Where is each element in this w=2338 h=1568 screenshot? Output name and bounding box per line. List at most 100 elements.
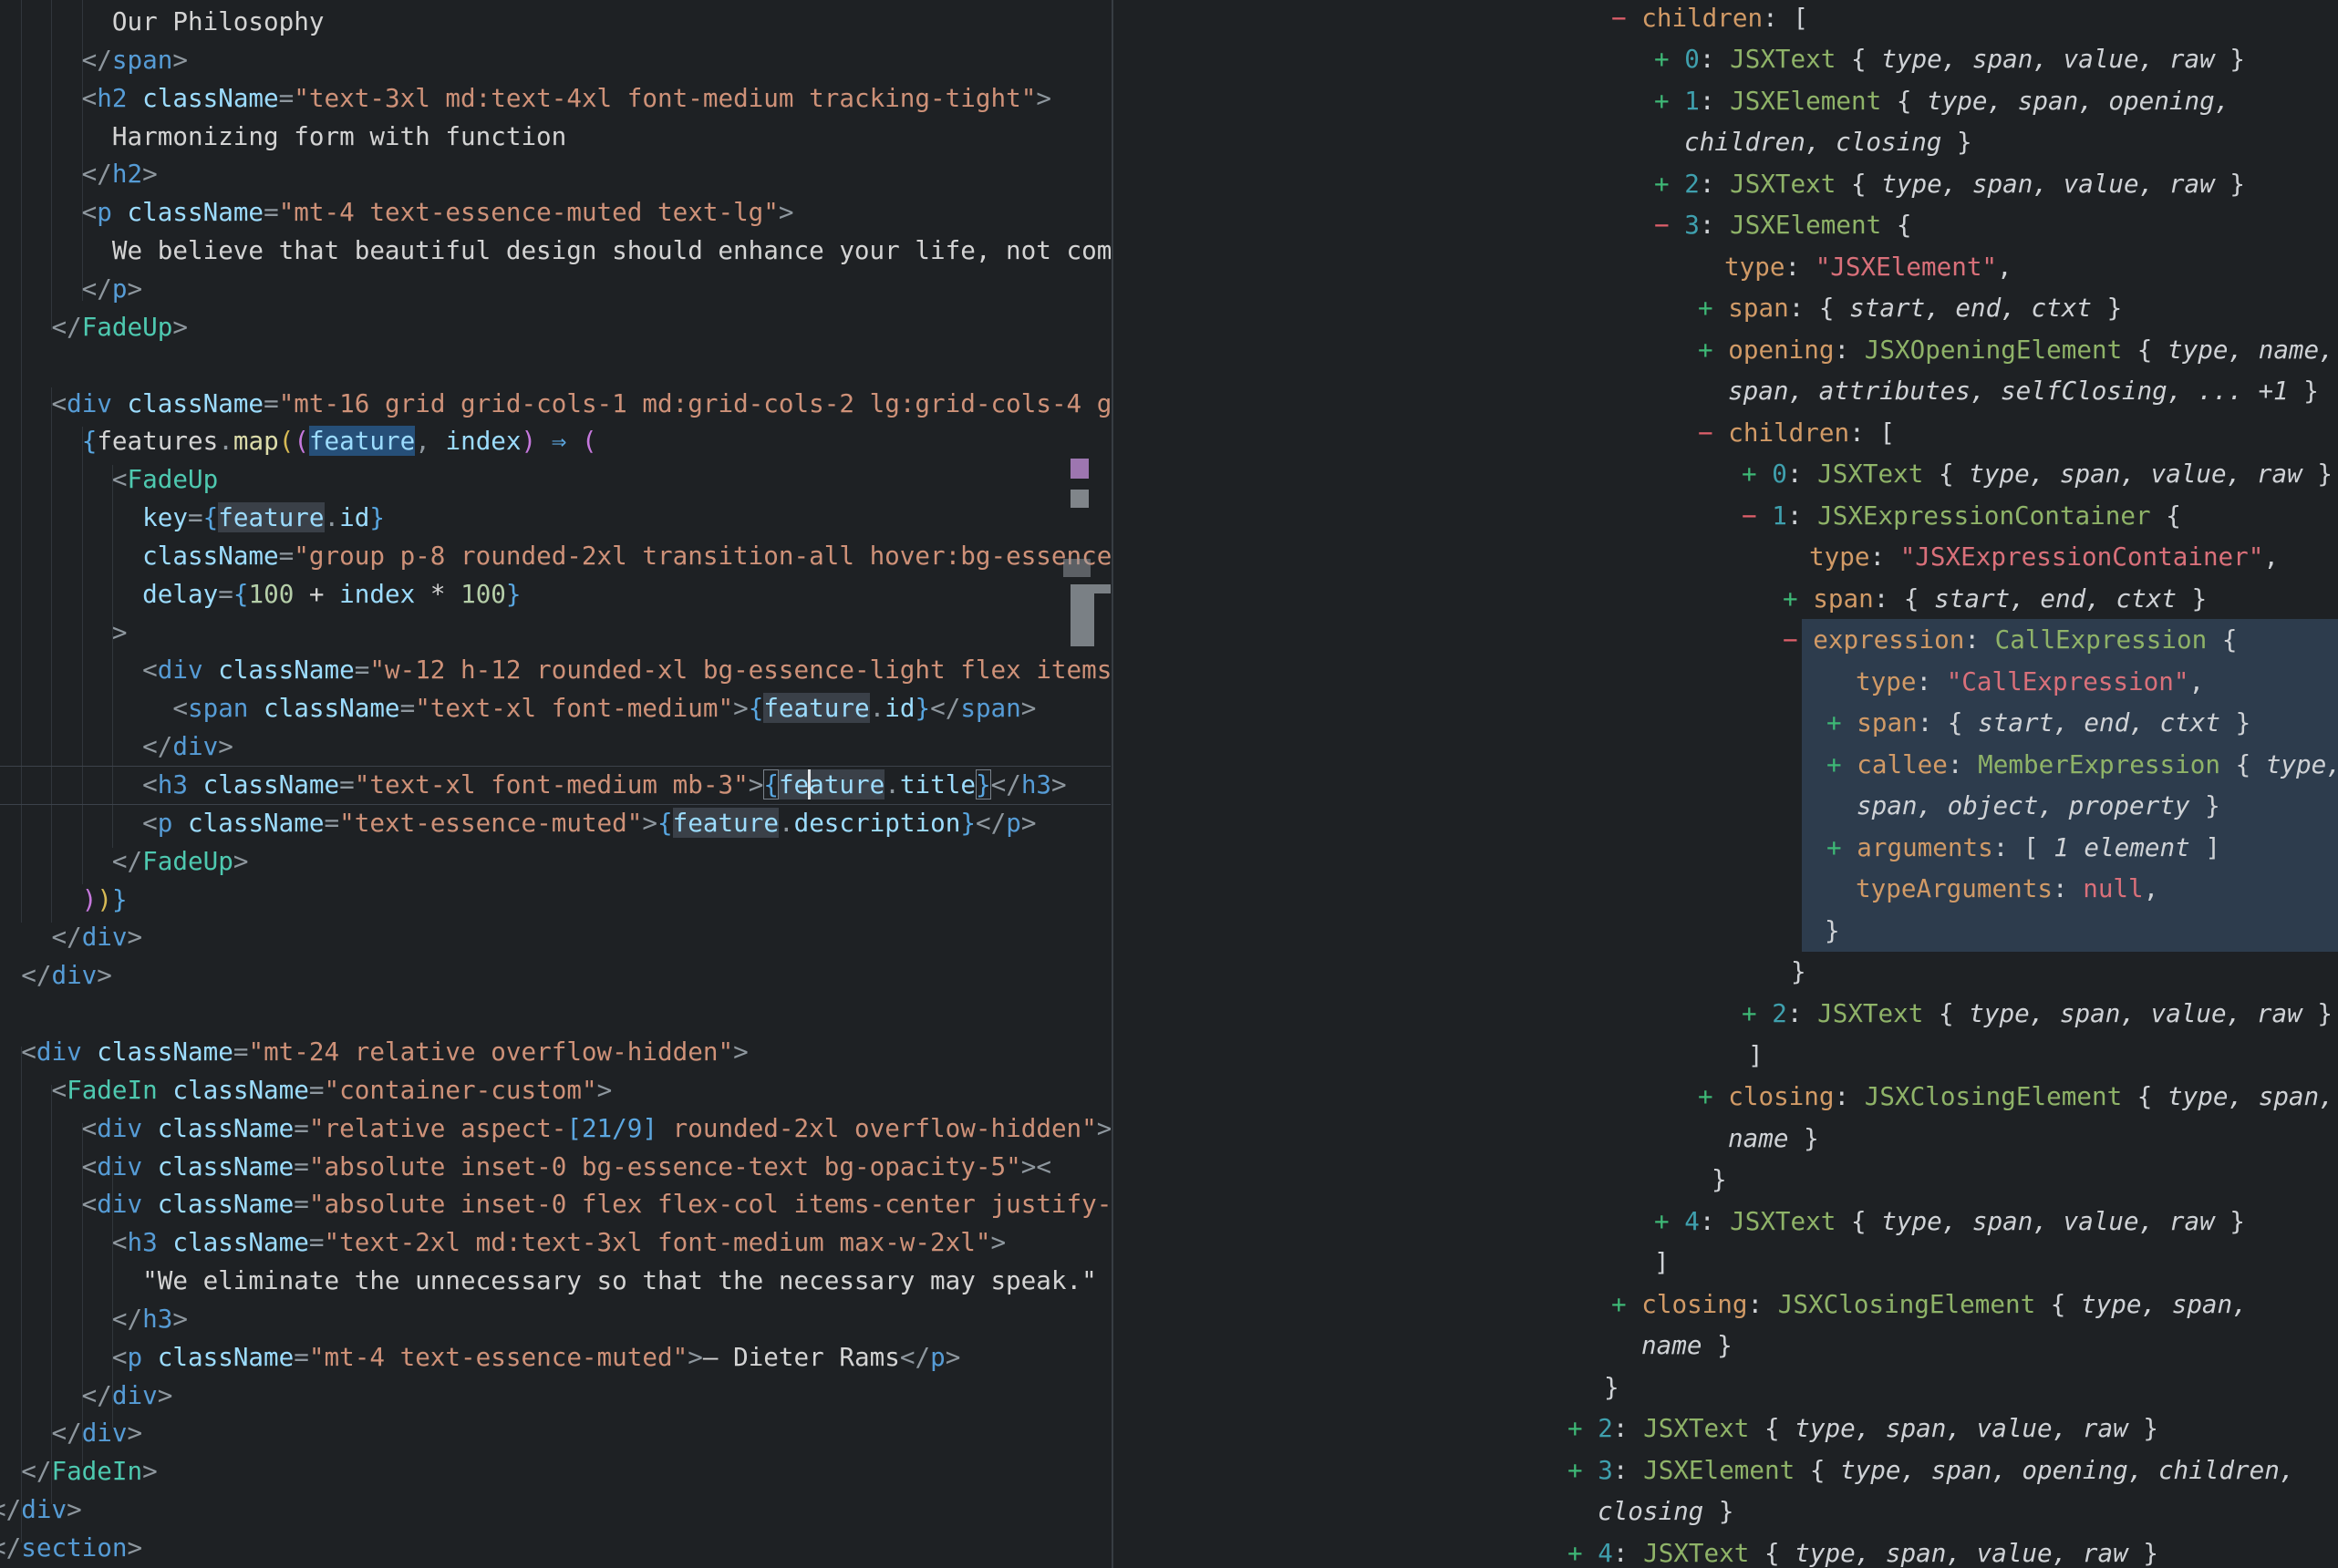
- expand-icon[interactable]: +: [1654, 86, 1684, 116]
- code-line[interactable]: </div>: [0, 956, 1111, 995]
- expand-icon[interactable]: +: [1826, 749, 1857, 779]
- ast-node-row[interactable]: typeArguments: null,: [1113, 868, 2338, 910]
- code-line[interactable]: <div className="relative aspect-[21/9] r…: [0, 1109, 1111, 1148]
- code-line[interactable]: <div className="w-12 h-12 rounded-xl bg-…: [0, 651, 1111, 689]
- code-line[interactable]: </span>: [0, 41, 1111, 79]
- code-line[interactable]: Our Philosophy: [0, 3, 1111, 41]
- code-line[interactable]: </FadeIn>: [0, 1452, 1111, 1491]
- ast-node-row[interactable]: + callee: MemberExpression { type,: [1113, 744, 2338, 786]
- ast-node-row[interactable]: + 0: JSXText { type, span, value, raw }: [1113, 453, 2338, 495]
- code-line[interactable]: [0, 995, 1111, 1033]
- ast-node-row[interactable]: + span: { start, end, ctxt }: [1113, 578, 2338, 620]
- code-line[interactable]: Harmonizing form with function: [0, 118, 1111, 156]
- collapse-icon[interactable]: −: [1654, 210, 1684, 240]
- code-line[interactable]: key={feature.id}: [0, 499, 1111, 537]
- ast-node-row[interactable]: − expression: CallExpression {: [1113, 619, 2338, 661]
- ast-node-row[interactable]: + opening: JSXOpeningElement { type, nam…: [1113, 329, 2338, 371]
- expand-icon[interactable]: +: [1654, 1206, 1684, 1236]
- code-line[interactable]: We believe that beautiful design should …: [0, 232, 1111, 270]
- ast-node-row[interactable]: name }: [1113, 1325, 2338, 1367]
- ast-node-row[interactable]: + closing: JSXClosingElement { type, spa…: [1113, 1284, 2338, 1326]
- code-line[interactable]: <h3 className="text-2xl md:text-3xl font…: [0, 1223, 1111, 1262]
- code-line[interactable]: ))}: [0, 881, 1111, 919]
- code-line[interactable]: <FadeIn className="container-custom">: [0, 1071, 1111, 1109]
- collapse-icon[interactable]: −: [1742, 500, 1772, 531]
- code-line[interactable]: {features.map((feature, index) ⇒ (: [0, 422, 1111, 460]
- ast-node-row[interactable]: − 3: JSXElement {: [1113, 204, 2338, 246]
- code-line[interactable]: delay={100 + index * 100}: [0, 575, 1111, 614]
- ast-node-row[interactable]: + 1: JSXElement { type, span, opening,: [1113, 80, 2338, 122]
- ast-node-row[interactable]: + 0: JSXText { type, span, value, raw }: [1113, 38, 2338, 80]
- expand-icon[interactable]: +: [1567, 1413, 1598, 1443]
- ast-node-row[interactable]: + span: { start, end, ctxt }: [1113, 287, 2338, 329]
- ast-node-row[interactable]: + 4: JSXText { type, span, value, raw }: [1113, 1532, 2338, 1568]
- code-line[interactable]: </h3>: [0, 1300, 1111, 1338]
- code-line[interactable]: </div>: [0, 918, 1111, 956]
- code-line[interactable]: [0, 346, 1111, 385]
- code-line[interactable]: </div>: [0, 1377, 1111, 1415]
- code-line[interactable]: <div className="absolute inset-0 bg-esse…: [0, 1148, 1111, 1186]
- ast-node-row[interactable]: + 2: JSXText { type, span, value, raw }: [1113, 993, 2338, 1035]
- code-line[interactable]: </FadeUp>: [0, 842, 1111, 881]
- ast-node-row[interactable]: type: "JSXExpressionContainer",: [1113, 536, 2338, 578]
- ast-node-row[interactable]: type: "JSXElement",: [1113, 246, 2338, 288]
- ast-node-row[interactable]: ]: [1113, 1035, 2338, 1077]
- code-line[interactable]: <p className="mt-4 text-essence-muted">—…: [0, 1338, 1111, 1377]
- expand-icon[interactable]: +: [1567, 1455, 1598, 1485]
- collapse-icon[interactable]: −: [1611, 3, 1641, 33]
- ast-node-row[interactable]: }: [1113, 910, 2338, 952]
- expand-icon[interactable]: +: [1698, 1081, 1728, 1111]
- ast-node-row[interactable]: }: [1113, 951, 2338, 993]
- ast-node-row[interactable]: }: [1113, 1367, 2338, 1408]
- ast-node-row[interactable]: }: [1113, 1159, 2338, 1201]
- expand-icon[interactable]: +: [1654, 169, 1684, 199]
- code-line[interactable]: </div>: [0, 1414, 1111, 1452]
- code-line[interactable]: <div className="absolute inset-0 flex fl…: [0, 1185, 1111, 1223]
- expand-icon[interactable]: +: [1783, 583, 1813, 614]
- code-line[interactable]: <h3 className="text-xl font-medium mb-3"…: [0, 766, 1111, 804]
- ast-node-row[interactable]: + 2: JSXText { type, span, value, raw }: [1113, 163, 2338, 205]
- ast-node-row[interactable]: + span: { start, end, ctxt }: [1113, 702, 2338, 744]
- code-line[interactable]: </FadeUp>: [0, 308, 1111, 346]
- code-line[interactable]: </div>: [0, 1491, 1111, 1529]
- expand-icon[interactable]: +: [1698, 335, 1728, 365]
- code-line[interactable]: </h2>: [0, 155, 1111, 193]
- code-line[interactable]: "We eliminate the unnecessary so that th…: [0, 1262, 1111, 1300]
- ast-node-row[interactable]: span, attributes, selfClosing, ... +1 }: [1113, 370, 2338, 412]
- ast-node-row[interactable]: + closing: JSXClosingElement { type, spa…: [1113, 1076, 2338, 1118]
- ast-node-row[interactable]: − 1: JSXExpressionContainer {: [1113, 495, 2338, 537]
- ast-node-row[interactable]: span, object, property }: [1113, 785, 2338, 827]
- code-line[interactable]: </section>: [0, 1529, 1111, 1567]
- expand-icon[interactable]: +: [1567, 1538, 1598, 1568]
- collapse-icon[interactable]: −: [1698, 418, 1728, 448]
- ast-node-row[interactable]: children, closing }: [1113, 121, 2338, 163]
- code-line[interactable]: <p className="text-essence-muted">{featu…: [0, 804, 1111, 842]
- ast-node-row[interactable]: closing }: [1113, 1491, 2338, 1532]
- expand-icon[interactable]: +: [1654, 44, 1684, 74]
- ast-node-row[interactable]: type: "CallExpression",: [1113, 661, 2338, 703]
- ast-node-row[interactable]: + arguments: [ 1 element ]: [1113, 827, 2338, 869]
- ast-node-row[interactable]: + 2: JSXText { type, span, value, raw }: [1113, 1408, 2338, 1449]
- code-line[interactable]: <div className="mt-24 relative overflow-…: [0, 1033, 1111, 1071]
- collapse-icon[interactable]: −: [1783, 624, 1813, 655]
- expand-icon[interactable]: +: [1826, 707, 1857, 738]
- ast-node-row[interactable]: + 4: JSXText { type, span, value, raw }: [1113, 1201, 2338, 1243]
- ast-node-row[interactable]: name }: [1113, 1118, 2338, 1160]
- ast-node-row[interactable]: − children: [: [1113, 0, 2338, 38]
- code-line[interactable]: <FadeUp: [0, 460, 1111, 499]
- code-line[interactable]: <div className="mt-16 grid grid-cols-1 m…: [0, 385, 1111, 423]
- expand-icon[interactable]: +: [1698, 293, 1728, 323]
- ast-node-row[interactable]: ]: [1113, 1242, 2338, 1284]
- ast-node-row[interactable]: − children: [: [1113, 412, 2338, 454]
- code-line[interactable]: <span className="text-xl font-medium">{f…: [0, 689, 1111, 727]
- expand-icon[interactable]: +: [1611, 1289, 1641, 1319]
- ast-node-row[interactable]: + 3: JSXElement { type, span, opening, c…: [1113, 1449, 2338, 1491]
- code-line[interactable]: </p>: [0, 270, 1111, 308]
- code-line[interactable]: </div>: [0, 727, 1111, 766]
- expand-icon[interactable]: +: [1742, 998, 1772, 1028]
- code-line[interactable]: <p className="mt-4 text-essence-muted te…: [0, 193, 1111, 232]
- expand-icon[interactable]: +: [1826, 832, 1857, 862]
- code-line[interactable]: className="group p-8 rounded-2xl transit…: [0, 537, 1111, 575]
- expand-icon[interactable]: +: [1742, 459, 1772, 489]
- code-line[interactable]: <h2 className="text-3xl md:text-4xl font…: [0, 79, 1111, 118]
